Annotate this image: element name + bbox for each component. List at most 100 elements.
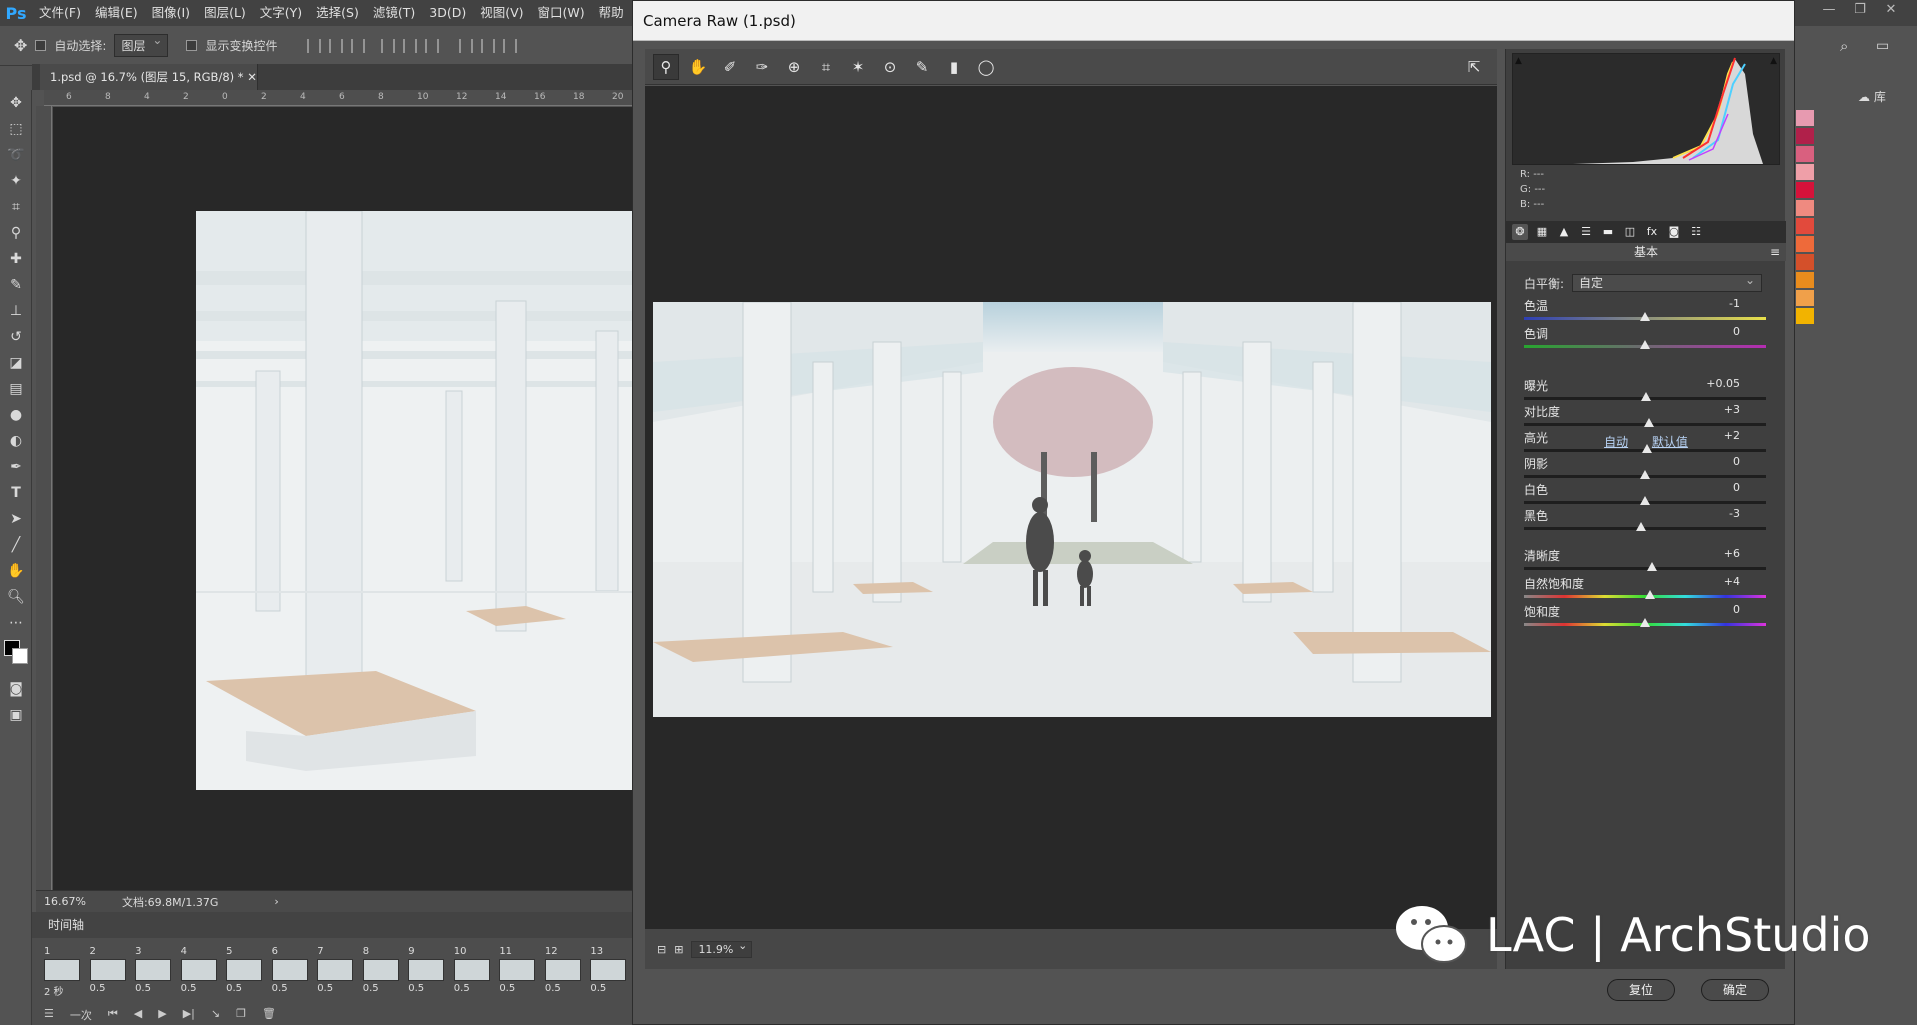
align-hcenter-icon[interactable] — [403, 38, 418, 53]
timeline-frame[interactable]: 8 0.5 — [362, 946, 405, 1006]
menu-item[interactable]: 视图(V) — [473, 0, 530, 26]
frame-delay[interactable]: 2 秒 — [44, 983, 86, 998]
graduated-filter-icon[interactable]: ▮ — [941, 54, 967, 80]
camera-calibration-tab-icon[interactable]: ◙ — [1666, 224, 1682, 240]
minimize-icon[interactable]: — — [1815, 0, 1843, 20]
loop-select[interactable]: 一次 — [70, 1007, 92, 1023]
adjustment-brush-icon[interactable]: ✎ — [909, 54, 935, 80]
slider-handle[interactable] — [1647, 562, 1658, 571]
frame-delay[interactable]: 0.5 — [545, 983, 587, 994]
move-tool-icon[interactable]: ✥ — [0, 90, 32, 116]
align-left-icon[interactable] — [381, 38, 396, 53]
restore-icon[interactable]: ❐ — [1846, 0, 1874, 20]
dodge-tool-icon[interactable]: ◐ — [0, 428, 32, 454]
frame-delay[interactable]: 0.5 — [590, 983, 632, 994]
adjustment-slider[interactable]: 色调 0 — [1524, 325, 1766, 355]
slider-handle[interactable] — [1636, 522, 1647, 531]
frame-delay[interactable]: 0.5 — [181, 983, 223, 994]
effects-tab-icon[interactable]: fx — [1644, 224, 1660, 240]
adjustment-slider[interactable]: 黑色 -3 — [1524, 507, 1766, 537]
transform-tool-icon[interactable]: ⌗ — [813, 54, 839, 80]
delete-frame-icon[interactable]: 🗑︎ — [262, 1007, 276, 1023]
zoom-in-icon[interactable]: ⊞ — [674, 943, 683, 956]
distribute-vcenter-icon[interactable] — [481, 38, 496, 53]
slider-handle[interactable] — [1642, 444, 1653, 453]
detail-tab-icon[interactable]: ▲ — [1556, 224, 1572, 240]
slider-handle[interactable] — [1644, 590, 1655, 599]
align-bottom-icon[interactable] — [351, 38, 366, 53]
menu-item[interactable]: 图像(I) — [145, 0, 197, 26]
close-tab-icon[interactable]: ✕ — [247, 70, 257, 84]
timeline-frame[interactable]: 1 2 秒 — [44, 946, 86, 1006]
prev-frame-icon[interactable]: ◀ — [134, 1007, 142, 1023]
tone-curve-tab-icon[interactable]: ▦ — [1534, 224, 1550, 240]
zoom-out-icon[interactable]: ⊟ — [657, 943, 666, 956]
slider-value[interactable]: +3 — [1724, 403, 1740, 416]
menu-item[interactable]: 图层(L) — [197, 0, 253, 26]
slider-handle[interactable] — [1640, 496, 1650, 505]
frame-delay[interactable]: 0.5 — [90, 983, 132, 994]
color-swatch[interactable] — [1796, 146, 1814, 162]
slider-handle[interactable] — [1640, 470, 1650, 479]
align-vcenter-icon[interactable] — [329, 38, 344, 53]
slider-value[interactable]: 0 — [1733, 603, 1740, 616]
color-swatch[interactable] — [1796, 164, 1814, 180]
slider-handle[interactable] — [1641, 392, 1652, 401]
color-swatch[interactable] — [1796, 236, 1814, 252]
brush-tool-icon[interactable]: ✎ — [0, 272, 32, 298]
timeline-frame[interactable]: 10 0.5 — [453, 946, 496, 1006]
slider-track[interactable] — [1524, 567, 1766, 570]
frame-delay[interactable]: 0.5 — [317, 983, 359, 994]
color-swatch[interactable] — [1796, 218, 1814, 234]
align-top-icon[interactable] — [307, 38, 322, 53]
play-icon[interactable]: ▶ — [158, 1007, 166, 1023]
eyedropper-tool-icon[interactable]: ⚲ — [0, 220, 32, 246]
blur-tool-icon[interactable]: ● — [0, 402, 32, 428]
timeline-frame[interactable]: 3 0.5 — [135, 946, 177, 1006]
frame-delay[interactable]: 0.5 — [363, 983, 405, 994]
document-tab[interactable]: 1.psd @ 16.7% (图层 15, RGB/8) * ✕ — [40, 64, 258, 90]
healing-brush-icon[interactable]: ✚ — [0, 246, 32, 272]
menu-item[interactable]: 帮助 — [592, 0, 631, 26]
spot-removal-icon[interactable]: ✶ — [845, 54, 871, 80]
more-tools-icon[interactable]: ⋯ — [0, 610, 32, 636]
slider-value[interactable]: +6 — [1724, 547, 1740, 560]
adjustment-slider[interactable]: 清晰度 +6 — [1524, 547, 1766, 577]
slider-value[interactable]: -3 — [1729, 507, 1740, 520]
timeline-frame[interactable]: 12 0.5 — [544, 946, 587, 1006]
slider-handle[interactable] — [1640, 618, 1650, 627]
target-adjust-icon[interactable]: ⊕ — [781, 54, 807, 80]
frame-delay[interactable]: 0.5 — [408, 983, 450, 994]
frame-delay[interactable]: 0.5 — [454, 983, 496, 994]
history-brush-icon[interactable]: ↺ — [0, 324, 32, 350]
color-swatch[interactable] — [1796, 200, 1814, 216]
auto-select-dropdown[interactable]: 图层 — [114, 33, 169, 57]
color-swatch[interactable] — [1796, 182, 1814, 198]
eraser-tool-icon[interactable]: ◪ — [0, 350, 32, 376]
menu-item[interactable]: 文字(Y) — [253, 0, 309, 26]
timeline-frame[interactable]: 2 0.5 — [89, 946, 132, 1006]
lens-tab-icon[interactable]: ◫ — [1622, 224, 1638, 240]
color-swatch[interactable] — [1796, 110, 1814, 126]
slider-handle[interactable] — [1643, 418, 1654, 427]
type-tool-icon[interactable]: T — [0, 480, 32, 506]
adjustment-slider[interactable]: 自然饱和度 +4 — [1524, 575, 1766, 605]
color-swatch[interactable] — [1796, 254, 1814, 270]
presets-tab-icon[interactable]: ☷ — [1688, 224, 1704, 240]
color-swatch[interactable] — [1796, 272, 1814, 288]
timeline-frame[interactable]: 11 0.5 — [499, 946, 541, 1006]
hand-tool-icon[interactable]: ✋ — [0, 558, 32, 584]
marquee-tool-icon[interactable]: ⬚ — [0, 116, 32, 142]
menu-item[interactable]: 编辑(E) — [88, 0, 145, 26]
duplicate-frame-icon[interactable]: ❐ — [236, 1007, 246, 1023]
adjustment-slider[interactable]: 色温 -1 — [1524, 297, 1766, 327]
color-swatches-icon[interactable] — [0, 636, 32, 676]
adjustment-slider[interactable]: 饱和度 0 — [1524, 603, 1766, 633]
timeline-frame[interactable]: 6 0.5 — [271, 946, 314, 1006]
timeline-frame[interactable]: 13 0.5 — [590, 946, 632, 1006]
slider-handle[interactable] — [1640, 340, 1650, 349]
timeline-frame[interactable]: 5 0.5 — [226, 946, 268, 1006]
gradient-tool-icon[interactable]: ▤ — [0, 376, 32, 402]
lasso-tool-icon[interactable]: ➰ — [0, 142, 32, 168]
timeline-frame[interactable]: 4 0.5 — [180, 946, 223, 1006]
